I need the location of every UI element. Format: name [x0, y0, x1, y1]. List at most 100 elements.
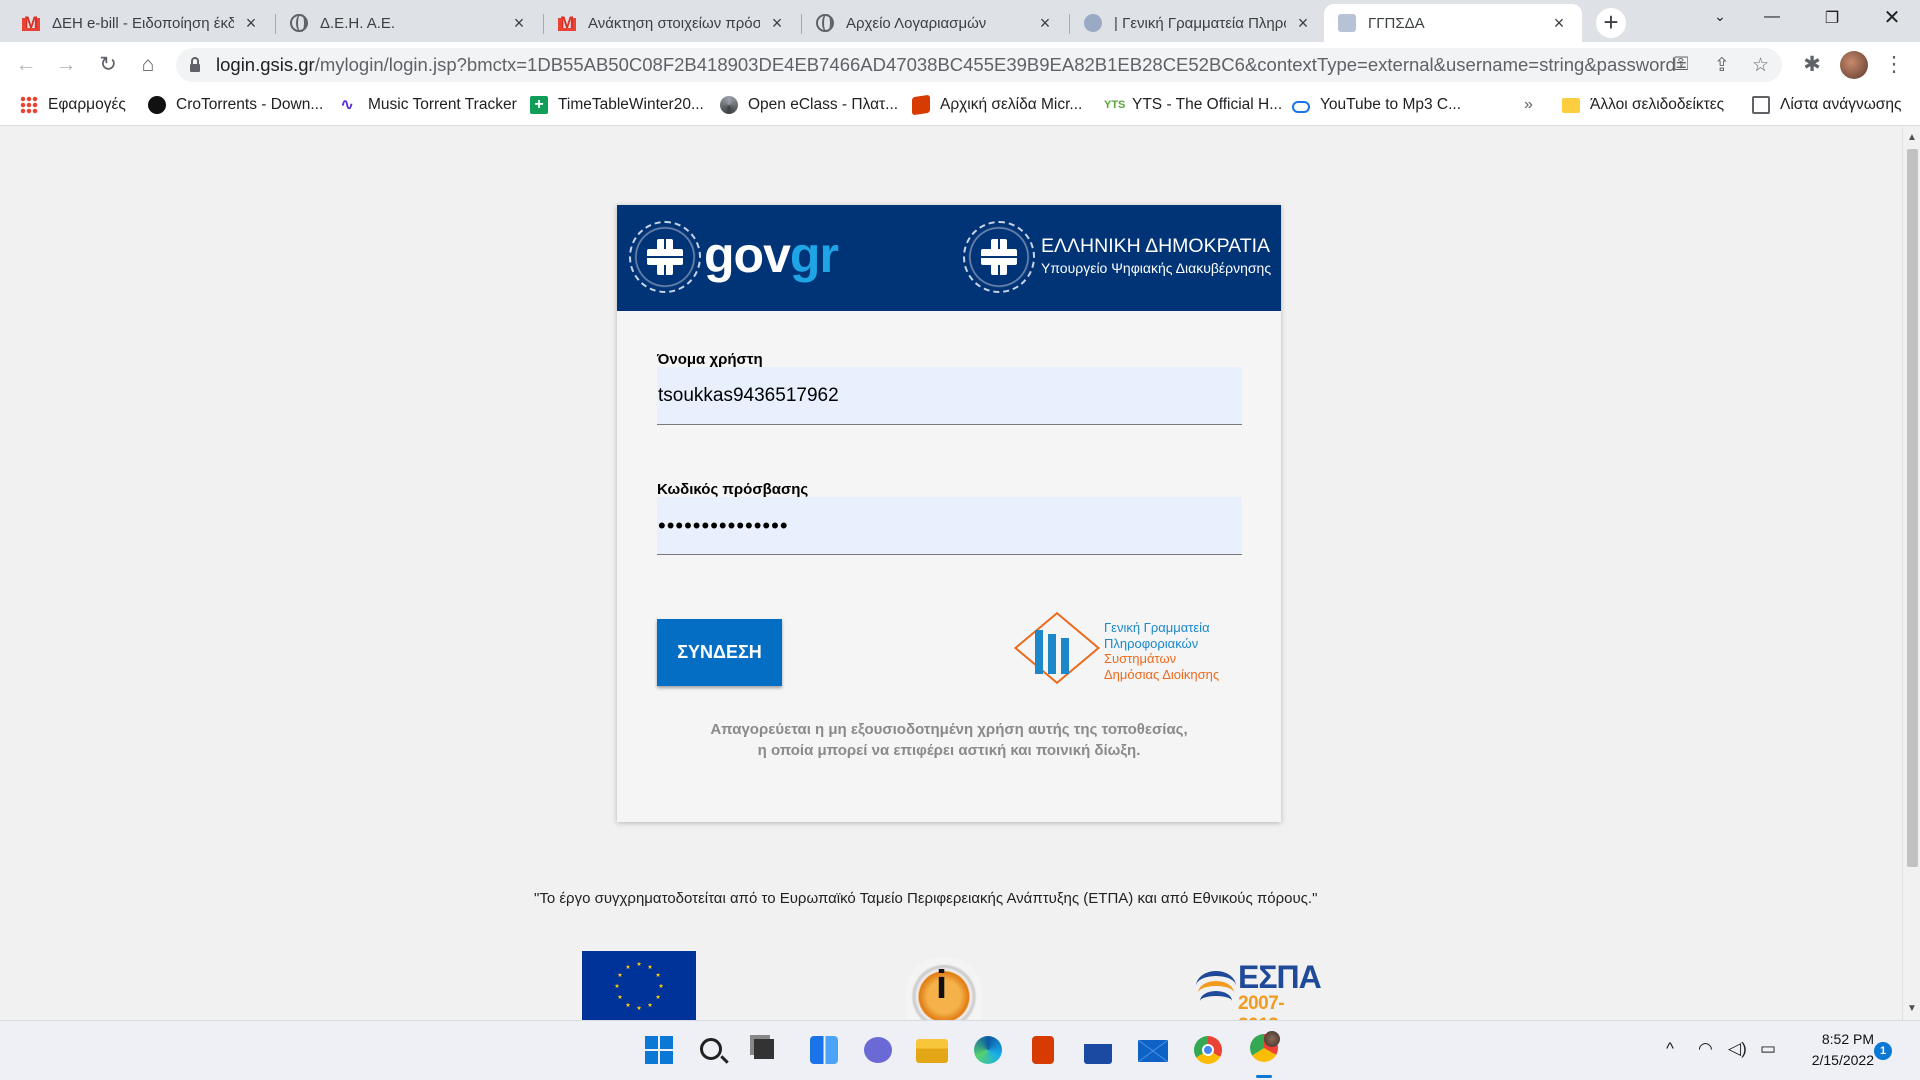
- login-button[interactable]: ΣΥΝΔΕΣΗ: [657, 619, 782, 686]
- file-explorer-icon[interactable]: [916, 1039, 948, 1063]
- tab-title: ΔΕΗ e-bill - Ειδοποίηση έκδ: [52, 14, 234, 32]
- globe-icon: [290, 14, 308, 32]
- gsis-columns-icon: [1035, 630, 1081, 674]
- bookmark-timetable[interactable]: + TimeTableWinter20...: [530, 96, 704, 114]
- close-tab-icon[interactable]: ×: [1550, 14, 1568, 32]
- bookmark-label: Λίστα ανάγνωσης: [1780, 96, 1902, 113]
- start-windows-icon[interactable]: [642, 1033, 676, 1067]
- username-field[interactable]: [657, 367, 1242, 425]
- bookmark-apps[interactable]: Εφαρμογές: [20, 96, 126, 114]
- tab-2[interactable]: Δ.Ε.Η. Α.Ε. ×: [276, 4, 542, 42]
- republic-title: ΕΛΛΗΝΙΚΗ ΔΗΜΟΚΡΑΤΙΑ: [1041, 235, 1271, 257]
- extensions-icon[interactable]: ✱: [1798, 51, 1826, 79]
- address-bar[interactable]: login.gsis.gr/mylogin/login.jsp?bmctx=1D…: [176, 48, 1782, 82]
- home-icon[interactable]: ⌂: [134, 51, 162, 79]
- bookmarks-bar: Εφαρμογές CroTorrents - Down... ∿ Music …: [0, 88, 1920, 126]
- bookmark-music-torrent[interactable]: ∿ Music Torrent Tracker: [340, 96, 517, 114]
- share-icon[interactable]: ⇪: [1714, 54, 1730, 77]
- minimize-icon[interactable]: —: [1752, 8, 1792, 26]
- username-label: Όνομα χρήστη: [657, 351, 763, 368]
- eu-star-icon: [625, 1002, 631, 1008]
- close-window-icon[interactable]: ✕: [1872, 5, 1912, 30]
- chrome-icon[interactable]: [1194, 1036, 1222, 1064]
- new-tab-button[interactable]: +: [1596, 8, 1626, 38]
- mail-icon[interactable]: [1138, 1040, 1168, 1062]
- password-field[interactable]: [657, 497, 1242, 555]
- bookmark-label: Αρχική σελίδα Micr...: [940, 96, 1083, 113]
- page-scrollbar[interactable]: ▲ ▼: [1902, 127, 1920, 1020]
- eu-star-icon: [647, 1002, 653, 1008]
- reload-icon[interactable]: ↻: [94, 51, 122, 79]
- close-tab-icon[interactable]: ×: [510, 14, 528, 32]
- widgets-icon[interactable]: [810, 1036, 838, 1064]
- wifi-icon[interactable]: ◠: [1698, 1039, 1713, 1059]
- bookmark-label: YTS - The Official H...: [1132, 96, 1283, 113]
- bookmark-yts[interactable]: YTS YTS - The Official H...: [1104, 96, 1282, 114]
- password-label: Κωδικός πρόσβασης: [657, 481, 809, 498]
- office-app-icon[interactable]: [1032, 1036, 1054, 1064]
- reading-list-icon: [1752, 96, 1770, 114]
- bookmark-other[interactable]: Άλλοι σελιδοδείκτες: [1562, 96, 1724, 114]
- office-icon: [912, 94, 930, 116]
- search-icon[interactable]: [700, 1038, 722, 1060]
- tab-title: Δ.Ε.Η. Α.Ε.: [320, 14, 396, 32]
- system-clock[interactable]: 8:52 PM 2/15/2022: [1798, 1029, 1874, 1071]
- close-tab-icon[interactable]: ×: [242, 14, 260, 32]
- volume-icon[interactable]: ◁): [1728, 1039, 1747, 1059]
- tab-5[interactable]: | Γενική Γραμματεία Πληροφ ×: [1070, 4, 1326, 42]
- bookmark-crotorrents[interactable]: CroTorrents - Down...: [148, 96, 323, 114]
- url-text[interactable]: login.gsis.gr/mylogin/login.jsp?bmctx=1D…: [216, 54, 1686, 76]
- ministry-name: Υπουργείο Ψηφιακής Διακυβέρνησης: [1041, 260, 1272, 276]
- key-icon[interactable]: ⚿: [1674, 54, 1688, 76]
- espa-title: ΕΣΠΑ: [1238, 959, 1322, 995]
- microsoft-store-icon[interactable]: [1084, 1036, 1112, 1064]
- task-view-icon[interactable]: [748, 1033, 782, 1067]
- battery-icon[interactable]: ▭: [1760, 1039, 1776, 1059]
- edge-browser-icon[interactable]: [974, 1036, 1002, 1064]
- teams-chat-icon[interactable]: [864, 1037, 892, 1063]
- bookmark-label: YouTube to Mp3 C...: [1320, 96, 1462, 113]
- tab-title: Ανάκτηση στοιχείων πρόσβ: [588, 14, 760, 32]
- chrome-profile-icon[interactable]: [1250, 1031, 1280, 1062]
- tab-1[interactable]: ΔΕΗ e-bill - Ειδοποίηση έκδ ×: [8, 4, 274, 42]
- bookmark-label: Music Torrent Tracker: [368, 96, 517, 113]
- eu-star-icon: [625, 964, 631, 969]
- tab-3[interactable]: Ανάκτηση στοιχείων πρόσβ ×: [544, 4, 800, 42]
- greek-emblem-icon: [963, 221, 1035, 293]
- menu-icon[interactable]: ⋮: [1880, 51, 1908, 79]
- eu-star-icon: [636, 1005, 642, 1011]
- login-card: govgr ΕΛΛΗΝΙΚΗ ΔΗΜΟΚΡΑΤΙΑ Υπουργείο Ψηφι…: [617, 205, 1281, 822]
- bookmarks-overflow-chevron[interactable]: »: [1524, 96, 1533, 114]
- reading-list[interactable]: Λίστα ανάγνωσης: [1752, 96, 1901, 114]
- close-tab-icon[interactable]: ×: [1294, 14, 1312, 32]
- greek-emblem-icon: [629, 221, 701, 293]
- yts-icon: YTS: [1104, 99, 1126, 111]
- tab-title: ΓΓΠΣΔΑ: [1368, 14, 1425, 32]
- warning-line: Απαγορεύεται η μη εξουσιοδοτημένη χρήση …: [710, 721, 1188, 738]
- bookmark-eclass[interactable]: Open eClass - Πλατ...: [720, 96, 898, 114]
- lock-icon[interactable]: [190, 56, 200, 72]
- forward-icon[interactable]: →: [52, 51, 80, 79]
- crotorrents-icon: [148, 96, 166, 114]
- close-tab-icon[interactable]: ×: [768, 14, 786, 32]
- close-tab-icon[interactable]: ×: [1036, 14, 1054, 32]
- bookmark-youtube-mp3[interactable]: YouTube to Mp3 C...: [1292, 96, 1461, 114]
- show-hidden-icons-chevron[interactable]: ^: [1666, 1039, 1674, 1059]
- eu-star-icon: [617, 972, 623, 978]
- notification-badge[interactable]: 1: [1874, 1042, 1892, 1060]
- scroll-up-arrow-icon[interactable]: ▲: [1907, 132, 1917, 143]
- profile-avatar[interactable]: [1840, 51, 1868, 79]
- tab-search-chevron-icon[interactable]: ⌄: [1700, 8, 1740, 25]
- restore-icon[interactable]: ❐: [1812, 8, 1852, 28]
- scrollbar-thumb[interactable]: [1907, 149, 1918, 867]
- tab-4[interactable]: Αρχείο Λογαριασμών ×: [802, 4, 1068, 42]
- back-icon[interactable]: ←: [12, 51, 40, 79]
- eu-flag-logo: [582, 951, 696, 1020]
- bookmark-star-icon[interactable]: ☆: [1752, 54, 1769, 77]
- bookmark-microsoft[interactable]: Αρχική σελίδα Micr...: [912, 94, 1083, 116]
- scroll-down-arrow-icon[interactable]: ▼: [1907, 1003, 1917, 1014]
- information-society-logo: [906, 957, 982, 1023]
- funding-text: "Το έργο συγχρηματοδοτείται από το Ευρωπ…: [534, 890, 1318, 907]
- tab-6-active[interactable]: ΓΓΠΣΔΑ ×: [1324, 4, 1582, 42]
- eu-star-icon: [636, 961, 642, 967]
